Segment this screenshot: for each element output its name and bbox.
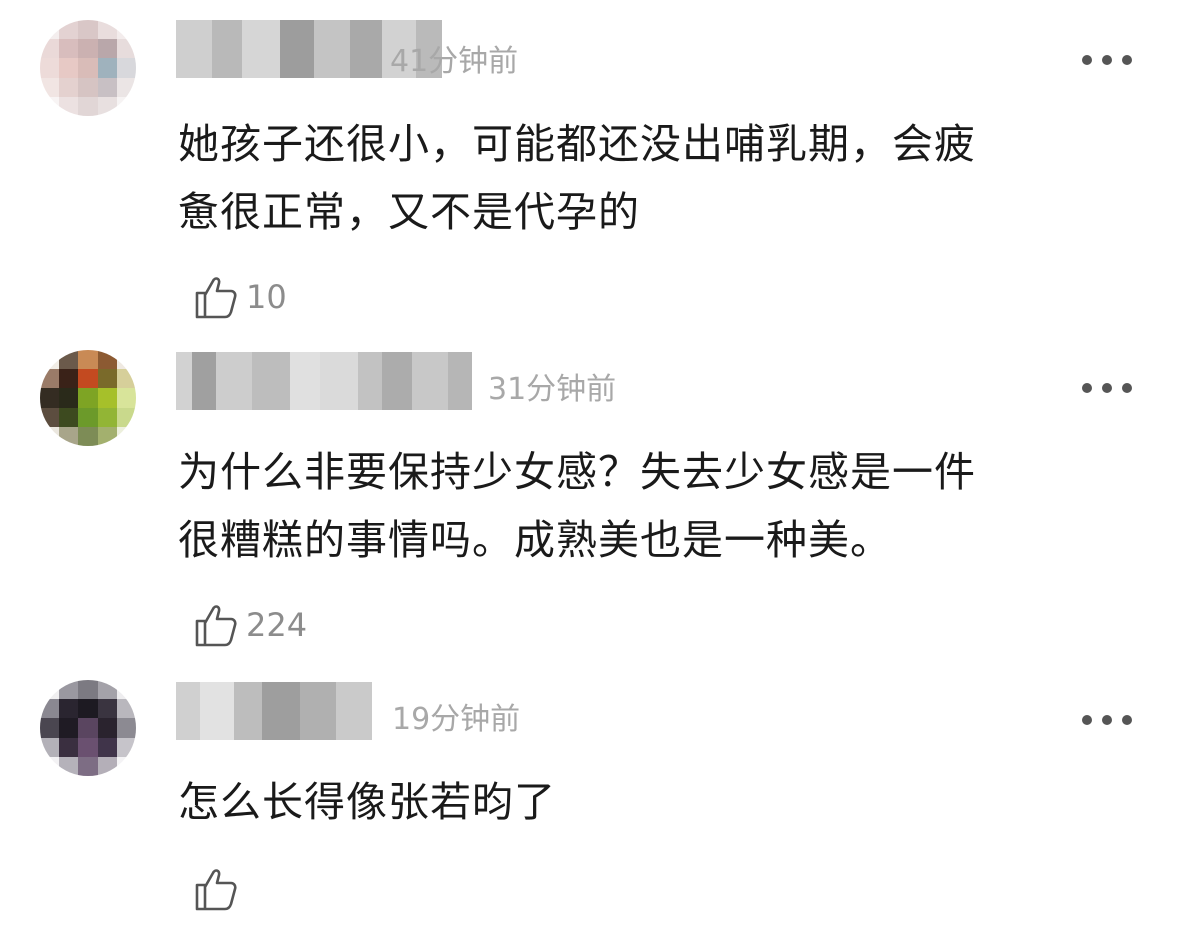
like-button[interactable]: [192, 864, 246, 914]
comment-text: 她孩子还很小，可能都还没出哺乳期，会疲 惫很正常，又不是代孕的: [178, 110, 1138, 246]
like-button[interactable]: 10: [192, 272, 287, 322]
comment-text: 怎么长得像张若昀了: [178, 768, 1138, 836]
username-blurred[interactable]: [176, 682, 372, 740]
comment-time: 41分钟前: [390, 44, 519, 79]
more-options-ellipsis-icon[interactable]: [1082, 54, 1132, 66]
avatar[interactable]: [40, 680, 136, 776]
comment-time: 31分钟前: [488, 372, 617, 407]
comment-time: 19分钟前: [392, 702, 521, 737]
more-options-ellipsis-icon[interactable]: [1082, 382, 1132, 394]
like-button[interactable]: 224: [192, 600, 307, 650]
comment-text: 为什么非要保持少女感？失去少女感是一件 很糟糕的事情吗。成熟美也是一种美。: [178, 438, 1138, 574]
thumbs-up-icon: [192, 273, 240, 321]
thumbs-up-icon: [192, 865, 240, 913]
thumbs-up-icon: [192, 601, 240, 649]
avatar[interactable]: [40, 20, 136, 116]
comment-text-line: 怎么长得像张若昀了: [178, 778, 556, 826]
comment-item: 31分钟前 为什么非要保持少女感？失去少女感是一件 很糟糕的事情吗。成熟美也是一…: [0, 330, 1200, 660]
comment-item: 19分钟前 怎么长得像张若昀了: [0, 660, 1200, 940]
username-blurred[interactable]: [176, 352, 472, 410]
comment-text-line: 为什么非要保持少女感？失去少女感是一件: [178, 448, 976, 496]
comment-item: 41分钟前 她孩子还很小，可能都还没出哺乳期，会疲 惫很正常，又不是代孕的 10: [0, 0, 1200, 330]
comment-text-line: 惫很正常，又不是代孕的: [178, 188, 640, 236]
avatar[interactable]: [40, 350, 136, 446]
like-count: 10: [246, 278, 287, 316]
more-options-ellipsis-icon[interactable]: [1082, 714, 1132, 726]
comment-text-line: 她孩子还很小，可能都还没出哺乳期，会疲: [178, 120, 976, 168]
comment-text-line: 很糟糕的事情吗。成熟美也是一种美。: [178, 516, 892, 564]
like-count: 224: [246, 606, 308, 644]
